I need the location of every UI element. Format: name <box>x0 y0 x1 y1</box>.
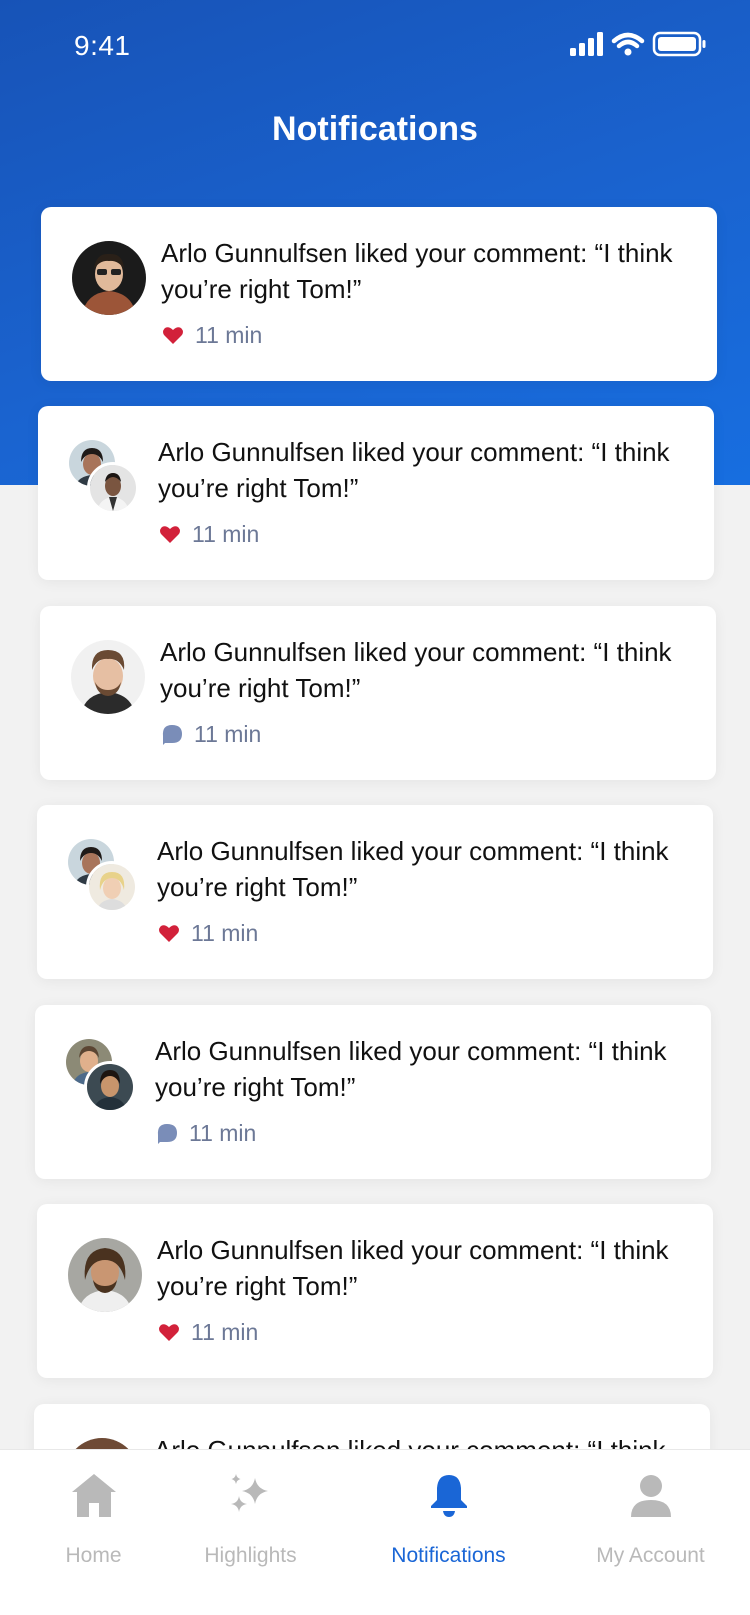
user-icon <box>630 1475 671 1517</box>
notification-meta: 11 min <box>157 1317 258 1347</box>
notification-card[interactable]: Arlo Gunnulfsen liked your comment: “I t… <box>38 406 714 580</box>
heart-icon <box>159 1324 179 1341</box>
notification-time: 11 min <box>189 1119 257 1146</box>
notification-text: Arlo Gunnulfsen liked your comment: “I t… <box>157 836 669 902</box>
notification-time: 11 min <box>191 1318 259 1345</box>
notification-card[interactable]: Arlo Gunnulfsen liked your comment: “I t… <box>40 606 716 780</box>
sparkle-icon <box>230 1474 268 1512</box>
notification-time: 11 min <box>192 520 260 547</box>
notification-card[interactable]: Arlo Gunnulfsen liked your comment: “I t… <box>35 1005 711 1179</box>
notification-meta: 11 min <box>160 719 261 749</box>
notification-time: 11 min <box>191 919 259 946</box>
notification-card[interactable]: Arlo Gunnulfsen liked your comment: “I t… <box>37 805 713 979</box>
heart-icon <box>163 327 183 344</box>
avatar-group <box>66 1039 146 1119</box>
notification-text: Arlo Gunnulfsen liked your comment: “I t… <box>155 1036 667 1102</box>
avatar-group <box>68 839 148 919</box>
notification-text: Arlo Gunnulfsen liked your comment: “I t… <box>161 238 673 304</box>
tab-notifications[interactable]: Notifications <box>355 1450 542 1590</box>
tab-bar: Home Highlights Notifications My Account <box>0 1449 750 1615</box>
avatar <box>87 462 139 514</box>
notification-time: 11 min <box>194 720 262 747</box>
notification-meta: 11 min <box>157 918 258 948</box>
tab-label: Highlights <box>204 1544 297 1567</box>
notification-text: Arlo Gunnulfsen liked your comment: “I t… <box>160 637 672 703</box>
heart-icon <box>160 526 180 543</box>
notification-meta: 11 min <box>158 519 259 549</box>
tab-my-account[interactable]: My Account <box>557 1450 744 1590</box>
notification-meta: 11 min <box>161 320 262 350</box>
wifi-icon <box>611 32 645 56</box>
heart-icon <box>159 925 179 942</box>
avatar-group <box>69 440 149 520</box>
notification-meta: 11 min <box>155 1118 256 1148</box>
status-time: 9:41 <box>74 30 131 61</box>
avatar <box>84 1061 136 1113</box>
tab-highlights[interactable]: Highlights <box>157 1450 344 1590</box>
avatar <box>72 241 146 315</box>
avatar <box>68 1238 142 1312</box>
page-title: Notifications <box>272 110 478 148</box>
notification-text: Arlo Gunnulfsen liked your comment: “I t… <box>158 437 670 503</box>
signal-icon <box>570 32 603 56</box>
avatar <box>86 861 138 913</box>
bell-icon <box>430 1475 467 1517</box>
avatar <box>71 640 145 714</box>
battery-icon <box>652 31 706 57</box>
notification-card[interactable]: Arlo Gunnulfsen liked your comment: “I t… <box>41 207 717 381</box>
home-icon <box>71 1474 116 1517</box>
status-icons <box>570 31 706 57</box>
tab-label: My Account <box>596 1544 705 1567</box>
comment-icon <box>162 725 182 745</box>
notification-card[interactable]: Arlo Gunnulfsen liked your comment: “I t… <box>37 1204 713 1378</box>
tab-label: Notifications <box>391 1544 506 1567</box>
notification-time: 11 min <box>195 321 263 348</box>
notification-text: Arlo Gunnulfsen liked your comment: “I t… <box>157 1235 669 1301</box>
comment-icon <box>157 1124 177 1144</box>
